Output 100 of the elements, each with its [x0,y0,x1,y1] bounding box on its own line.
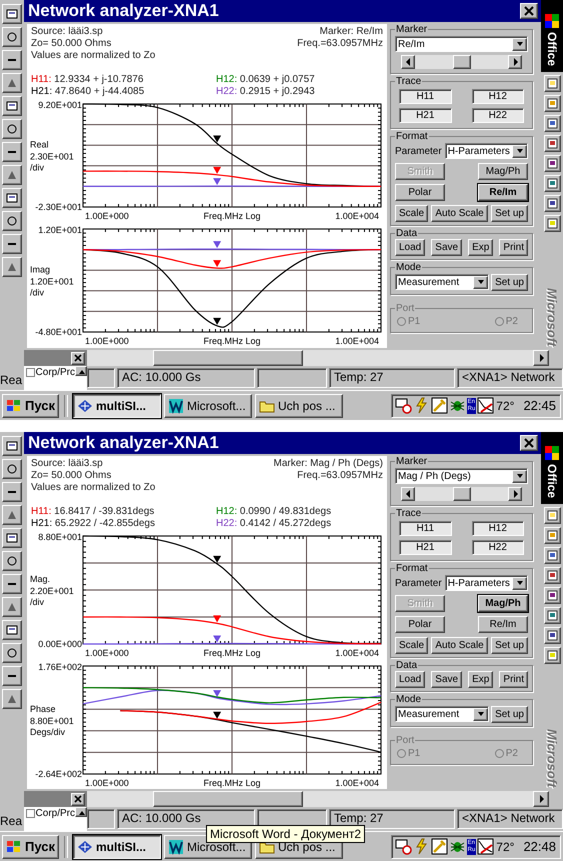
tool-button[interactable] [2,459,22,479]
action-button[interactable]: Scale [395,205,428,222]
format-button[interactable]: Polar [395,184,445,201]
setup-button[interactable]: Set up [491,274,528,290]
slider-thumb[interactable] [452,487,470,501]
format-button[interactable]: Re/Im [478,616,528,633]
tool-button[interactable] [2,666,22,686]
parameter-dropdown[interactable]: H-Parameters [444,143,528,159]
tool-button[interactable] [2,142,22,162]
tool-button[interactable] [2,689,22,709]
format-button[interactable]: Re/Im [478,184,528,201]
setup-button[interactable]: Set up [491,706,528,722]
scroll-right-button[interactable] [533,791,549,807]
format-button[interactable]: Mag/Ph [478,595,528,612]
action-button[interactable]: Set up [491,205,528,222]
action-button[interactable]: Auto Scale [431,637,488,654]
tool-button[interactable] [2,165,22,185]
tool-button[interactable] [2,188,22,208]
shortcut-button[interactable] [544,607,560,624]
tool-button[interactable] [2,482,22,502]
tool-button[interactable] [2,505,22,525]
shortcut-button[interactable] [544,135,560,152]
trace-button[interactable]: H21 [399,540,452,555]
data-button[interactable]: Print [499,671,528,688]
start-button[interactable]: Пуск [2,834,59,858]
shortcut-button[interactable] [544,627,560,644]
close-button[interactable] [71,792,85,806]
shortcut-button[interactable] [544,95,560,112]
tool-button[interactable] [2,597,22,617]
tool-button[interactable] [2,528,22,548]
trace-button[interactable]: H22 [472,108,524,123]
marker-dropdown[interactable]: Re/Im [395,36,528,52]
marker-dropdown[interactable]: Mag / Ph (Degs) [395,468,528,484]
shortcut-button[interactable] [544,175,560,192]
checkbox-item[interactable]: Corp/Prc [26,807,75,820]
tool-button[interactable] [2,234,22,254]
scroll-up-button[interactable] [75,366,87,376]
close-button[interactable] [520,3,538,19]
scroll-up-button[interactable] [75,807,87,817]
shortcut-button[interactable] [544,527,560,544]
scroll-right-button[interactable] [508,487,522,501]
data-button[interactable]: Exp [468,239,494,256]
data-button[interactable]: Load [395,671,426,688]
tool-button[interactable] [2,643,22,663]
shortcut-button[interactable] [544,195,560,212]
shortcut-button[interactable] [544,647,560,664]
tool-button[interactable] [2,574,22,594]
tool-button[interactable] [2,211,22,231]
trace-button[interactable]: H12 [472,89,524,104]
data-button[interactable]: Save [431,239,462,256]
trace-button[interactable]: H11 [399,521,452,536]
action-button[interactable]: Auto Scale [431,205,488,222]
mode-dropdown[interactable]: Measurement [395,706,490,722]
scroll-left-button[interactable] [401,55,415,69]
checkbox-item[interactable]: Corp/Prc [26,366,75,379]
shortcut-button[interactable] [544,155,560,172]
format-button[interactable]: Mag/Ph [478,163,528,180]
tool-button[interactable] [2,436,22,456]
scroll-left-button[interactable] [401,487,415,501]
action-button[interactable]: Scale [395,637,428,654]
taskbar-button[interactable]: multiSI... [73,834,161,858]
shortcut-button[interactable] [544,215,560,232]
tool-button[interactable] [2,257,22,277]
trace-button[interactable]: H11 [399,89,452,104]
scroll-thumb[interactable] [153,350,303,366]
shortcut-button[interactable] [544,115,560,132]
mode-dropdown[interactable]: Measurement [395,274,490,290]
scroll-right-button[interactable] [533,350,549,366]
tool-button[interactable] [2,27,22,47]
trace-button[interactable]: H12 [472,521,524,536]
tool-button[interactable] [2,50,22,70]
shortcut-button[interactable] [544,507,560,524]
tool-button[interactable] [2,551,22,571]
tool-button[interactable] [2,119,22,139]
tool-button[interactable] [2,73,22,93]
close-button[interactable] [71,352,85,364]
tool-button[interactable] [2,4,22,24]
shortcut-button[interactable] [544,75,560,92]
scroll-right-button[interactable] [508,55,522,69]
tool-button[interactable] [2,96,22,116]
taskbar-button[interactable]: multiSI... [73,394,161,418]
close-button[interactable] [520,435,538,451]
scroll-thumb[interactable] [153,791,303,807]
data-button[interactable]: Load [395,239,426,256]
data-button[interactable]: Exp [468,671,494,688]
shortcut-button[interactable] [544,567,560,584]
slider-thumb[interactable] [452,55,470,69]
shortcut-button[interactable] [544,587,560,604]
data-button[interactable]: Print [499,239,528,256]
parameter-dropdown[interactable]: H-Parameters [444,575,528,591]
trace-button[interactable]: H22 [472,540,524,555]
action-button[interactable]: Set up [491,637,528,654]
trace-button[interactable]: H21 [399,108,452,123]
taskbar-button[interactable]: Uch pos ... [255,394,343,418]
format-button[interactable]: Polar [395,616,445,633]
shortcut-button[interactable] [544,547,560,564]
taskbar-button[interactable]: Microsoft... [164,394,252,418]
start-button[interactable]: Пуск [2,394,59,418]
tool-button[interactable] [2,620,22,640]
data-button[interactable]: Save [431,671,462,688]
